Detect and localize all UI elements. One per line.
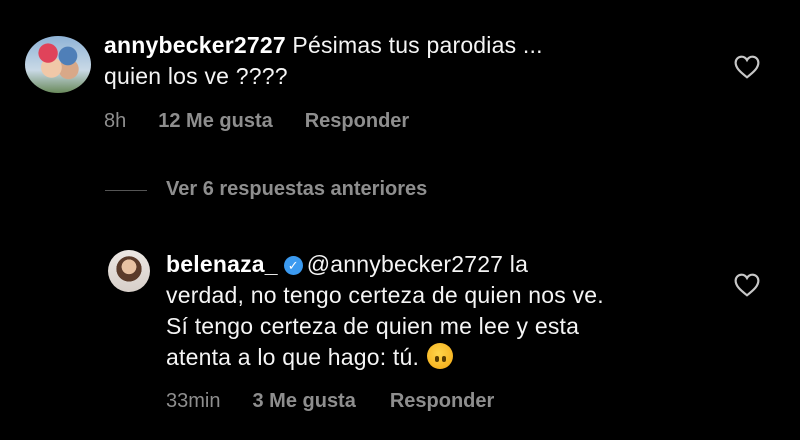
comment-body-line-3: Sí tengo certeza de quien me lee y esta <box>166 313 580 339</box>
heart-icon[interactable] <box>734 55 760 79</box>
username[interactable]: annybecker2727 <box>104 32 286 58</box>
reply-button[interactable]: Responder <box>305 110 409 133</box>
likes-count[interactable]: 12 Me gusta <box>158 110 272 133</box>
upside-down-face-icon <box>427 343 454 369</box>
view-replies-button[interactable]: Ver 6 respuestas anteriores <box>166 178 427 201</box>
reply-button[interactable]: Responder <box>390 390 494 413</box>
comment-text: annybecker2727 Pésimas tus parodias ... … <box>104 30 543 92</box>
username[interactable]: belenaza_ <box>166 251 278 277</box>
comment-body-line-2: verdad, no tengo certeza de quien nos ve… <box>166 282 604 308</box>
comment-text: belenaza_ ✓ @annybecker2727 la verdad, no … <box>166 249 604 373</box>
comment-meta: 8h 12 Me gusta Responder <box>104 110 409 133</box>
comment-body-line-1: la <box>509 251 529 277</box>
comment-body-line-4: atenta a lo que hago: tú. <box>166 344 420 370</box>
verified-icon: ✓ <box>283 256 303 275</box>
comment-body-line-2: quien los ve ???? <box>104 63 288 89</box>
replies-divider <box>105 190 147 191</box>
comment-time: 33min <box>166 390 221 412</box>
comment-time: 8h <box>104 110 127 132</box>
heart-icon[interactable] <box>734 273 760 297</box>
likes-count[interactable]: 3 Me gusta <box>252 390 355 413</box>
comment-meta: 33min 3 Me gusta Responder <box>166 390 494 413</box>
mention[interactable]: @annybecker2727 <box>307 251 503 277</box>
avatar[interactable] <box>25 36 91 93</box>
comment-body-line-1: Pésimas tus parodias ... <box>292 32 543 58</box>
avatar[interactable] <box>108 250 150 292</box>
